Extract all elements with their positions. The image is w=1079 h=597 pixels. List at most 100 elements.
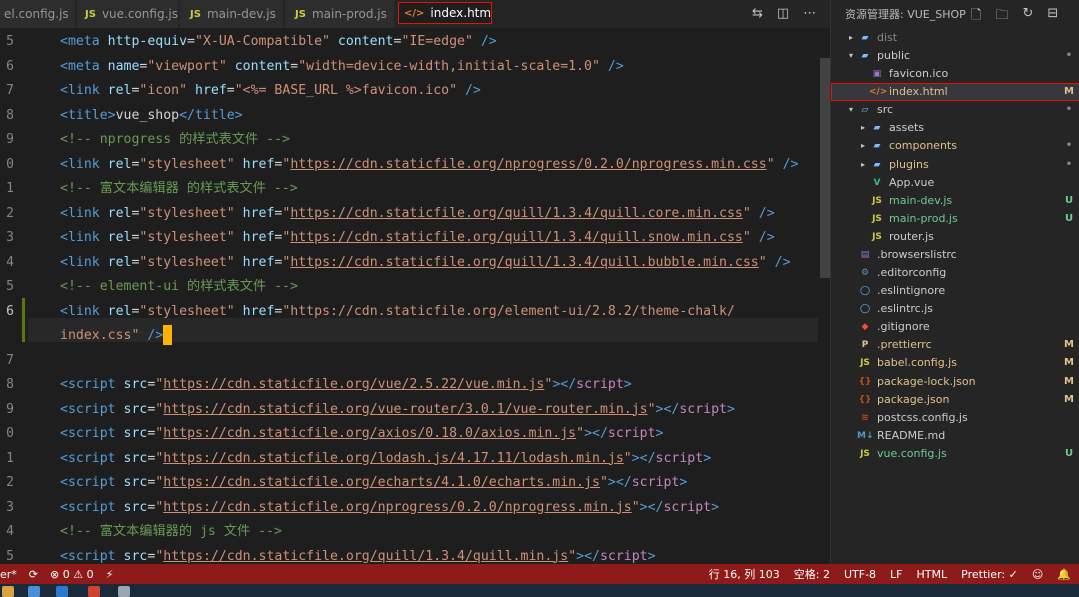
code-token: rel bbox=[107, 205, 132, 221]
tree-item-app-vue[interactable]: V App.vue bbox=[831, 174, 1079, 192]
tree-item-public[interactable]: ▾ ▰ public • bbox=[831, 47, 1079, 65]
code-token: " bbox=[647, 401, 656, 417]
notifications-bell-icon[interactable]: 🔔 bbox=[1057, 568, 1071, 581]
language-mode[interactable]: HTML bbox=[917, 568, 948, 581]
tree-item-gitignore[interactable]: ◆ .gitignore bbox=[831, 318, 1079, 336]
more-actions-icon[interactable]: ⋯ bbox=[803, 6, 816, 21]
tree-item-src[interactable]: ▾ ▱ src • bbox=[831, 101, 1079, 119]
tree-item-main-prod-js[interactable]: JS main-prod.js U bbox=[831, 210, 1079, 228]
html-file-icon: </> bbox=[404, 7, 425, 19]
new-folder-icon[interactable]: 🗀 bbox=[995, 6, 1008, 28]
sync-icon[interactable]: ⟳ bbox=[29, 568, 38, 581]
tree-item-readme-md[interactable]: M↓ README.md bbox=[831, 427, 1079, 445]
code-token: <!-- nprogress 的样式表文件 --> bbox=[60, 132, 290, 147]
file-explorer-app-icon[interactable] bbox=[2, 586, 14, 597]
chevron-right-icon[interactable]: ▸ bbox=[857, 137, 869, 155]
code-token: https://cdn.staticfile.org/quill/1.3.4/q… bbox=[290, 205, 743, 221]
code-token: "https://cdn.staticfile.org/element-ui/2… bbox=[282, 303, 735, 319]
line-number: 2 bbox=[6, 475, 14, 490]
code-line: <script src="https://cdn.staticfile.org/… bbox=[60, 471, 687, 495]
collapse-all-icon[interactable]: ⊟ bbox=[1047, 6, 1058, 28]
tree-item-components[interactable]: ▸ ▰ components • bbox=[831, 137, 1079, 155]
chevron-right-icon[interactable]: ▸ bbox=[857, 119, 869, 137]
powerpoint-app-icon[interactable] bbox=[88, 586, 100, 597]
tree-item-prettierrc[interactable]: P .prettierrc M bbox=[831, 336, 1079, 354]
code-token: https://cdn.staticfile.org/lodash.js/4.1… bbox=[163, 450, 624, 466]
code-token: "icon" bbox=[139, 83, 195, 98]
tree-item-router-js[interactable]: JS router.js bbox=[831, 228, 1079, 246]
chevron-right-icon[interactable]: ▸ bbox=[845, 29, 857, 47]
status-branch-label[interactable]: er* bbox=[0, 568, 17, 581]
tree-item-postcss-config-js[interactable]: ≋ postcss.config.js bbox=[831, 409, 1079, 427]
code-token: " bbox=[758, 254, 767, 270]
tree-item-babel-config-js[interactable]: JS babel.config.js M bbox=[831, 354, 1079, 372]
encoding[interactable]: UTF-8 bbox=[844, 568, 876, 581]
tree-item-label: package-lock.json bbox=[877, 374, 976, 388]
tree-item-plugins[interactable]: ▸ ▰ plugins • bbox=[831, 156, 1079, 174]
open-changes-icon[interactable]: ⇆ bbox=[752, 6, 763, 21]
tab-index-html[interactable]: </> index.html bbox=[398, 2, 492, 24]
code-token: rel bbox=[107, 230, 132, 245]
line-number: 2 bbox=[6, 205, 14, 221]
tree-item-favicon-ico[interactable]: ▣ favicon.ico bbox=[831, 65, 1079, 83]
line-number: 6 bbox=[6, 58, 14, 74]
end-of-line[interactable]: LF bbox=[890, 568, 902, 581]
prettier-status[interactable]: Prettier: ✓ bbox=[961, 568, 1018, 581]
split-editor-icon[interactable]: ◫ bbox=[777, 6, 789, 21]
scrollbar-thumb[interactable] bbox=[820, 58, 830, 278]
vscode-app-icon[interactable] bbox=[56, 586, 68, 597]
code-token: ></ bbox=[655, 401, 680, 417]
problems-indicator[interactable]: ⊗ 0 ⚠ 0 bbox=[50, 568, 94, 581]
code-token: <link bbox=[60, 230, 108, 245]
tree-item-main-dev-js[interactable]: JS main-dev.js U bbox=[831, 192, 1079, 210]
tab-main-prod[interactable]: JS main-prod.js bbox=[285, 0, 395, 28]
folder-open-icon: ▱ bbox=[861, 105, 869, 116]
feedback-smiley-icon[interactable]: ☺ bbox=[1032, 568, 1043, 581]
code-token: <!-- 富文本编辑器的 js 文件 --> bbox=[60, 524, 282, 539]
code-line: <link rel="stylesheet" href="https://cdn… bbox=[60, 202, 775, 226]
tree-item-package-lock-json[interactable]: {} package-lock.json M bbox=[831, 373, 1079, 391]
code-editor[interactable]: 567890123456789012345 <meta http-equiv="… bbox=[0, 28, 830, 564]
tree-item-label: .browserslistrc bbox=[877, 247, 957, 261]
tree-item-index-html[interactable]: </> index.html M bbox=[831, 83, 1079, 102]
code-token: /> bbox=[766, 254, 791, 270]
chrome-app-icon[interactable] bbox=[28, 586, 40, 597]
tree-item-dist[interactable]: ▸ ▰ dist bbox=[831, 29, 1079, 47]
new-file-icon[interactable]: 🗋 bbox=[971, 6, 981, 28]
tree-item-browserslistrc[interactable]: ▤ .browserslistrc bbox=[831, 246, 1079, 264]
js-file-icon: JS bbox=[190, 8, 201, 20]
chevron-down-icon[interactable]: ▾ bbox=[845, 101, 857, 119]
git-status-badge: M bbox=[1064, 339, 1074, 351]
indentation[interactable]: 空格: 2 bbox=[794, 566, 830, 582]
line-number: 0 bbox=[6, 156, 14, 172]
editor-scrollbar[interactable] bbox=[818, 28, 830, 564]
tab-main-dev[interactable]: JS main-dev.js bbox=[180, 0, 284, 28]
code-token: rel bbox=[107, 156, 132, 172]
tree-item-eslintrc-js[interactable]: ◯ .eslintrc.js bbox=[831, 300, 1079, 318]
code-token: <script bbox=[60, 450, 124, 466]
tab-vue-config[interactable]: JS vue.config.js bbox=[77, 0, 179, 28]
code-token: https://cdn.staticfile.org/vue-router/3.… bbox=[163, 401, 648, 417]
code-token: src bbox=[123, 450, 148, 466]
cursor-position[interactable]: 行 16, 列 103 bbox=[709, 566, 780, 582]
git-status-badge: M bbox=[1064, 357, 1074, 369]
lightning-icon[interactable]: ⚡ bbox=[106, 568, 114, 581]
code-token: "X-UA-Compatible" bbox=[195, 34, 338, 49]
tree-item-editorconfig[interactable]: ⚙ .editorconfig bbox=[831, 264, 1079, 282]
tree-item-label: assets bbox=[889, 121, 925, 135]
chevron-down-icon[interactable]: ▾ bbox=[845, 47, 857, 65]
tree-item-vue-config-js[interactable]: JS vue.config.js U bbox=[831, 445, 1079, 463]
refresh-icon[interactable]: ↻ bbox=[1022, 6, 1033, 28]
tree-item-eslintignore[interactable]: ◯ .eslintignore bbox=[831, 282, 1079, 300]
code-token: script bbox=[655, 450, 704, 466]
code-token: " bbox=[623, 450, 632, 466]
chevron-right-icon[interactable]: ▸ bbox=[857, 156, 869, 174]
tab-babel-config[interactable]: el.config.js bbox=[0, 0, 76, 28]
app-icon[interactable] bbox=[118, 586, 130, 597]
code-line: <script src="https://cdn.staticfile.org/… bbox=[60, 496, 719, 520]
vue-file-icon: V bbox=[873, 177, 881, 188]
code-token: <link bbox=[60, 254, 108, 270]
tree-item-assets[interactable]: ▸ ▰ assets bbox=[831, 119, 1079, 137]
tree-item-label: App.vue bbox=[889, 175, 935, 189]
tree-item-package-json[interactable]: {} package.json M bbox=[831, 391, 1079, 409]
